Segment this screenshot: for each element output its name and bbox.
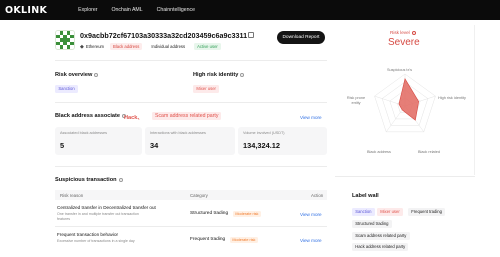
nav-links: Explorer Onchain AML Chainntelligence xyxy=(78,7,195,13)
label-wall-tag-sanction: Sanction xyxy=(352,208,375,216)
risk-overview-title: Risk overview xyxy=(55,72,99,78)
row-1-desc-line1: One transfer in and multiple transfer ou… xyxy=(57,212,139,216)
row-1-view-more-link[interactable]: View more xyxy=(300,212,322,217)
row-2-risk-tag: Moderate risk xyxy=(230,237,258,243)
info-icon[interactable] xyxy=(118,177,123,182)
address-title: 0x9acbb72cf67103a30333a32cd203459c6a9c33… xyxy=(80,31,248,40)
row-divider xyxy=(55,226,327,227)
nav-link-chainntelligence[interactable]: Chainntelligence xyxy=(157,7,195,13)
divider xyxy=(335,176,475,177)
label-wall-tag-hack-related: Hack address related party xyxy=(352,243,409,251)
column-action: Action xyxy=(311,193,324,198)
info-icon[interactable] xyxy=(240,72,245,77)
divider xyxy=(55,60,327,61)
radar-label-high-risk-identity: High risk identity xyxy=(438,96,466,100)
row-2-view-more-link[interactable]: View more xyxy=(300,238,322,243)
risk-level-label-text: Risk level xyxy=(390,30,410,35)
hack-label: Hack、 xyxy=(124,115,143,121)
stat-label: Volume involved (USDT) xyxy=(243,131,285,135)
chain-label: Ethereum xyxy=(85,44,105,50)
risk-level-value: Severe xyxy=(388,37,420,48)
label-wall-tag-scam-related: Scam address related party xyxy=(352,232,410,240)
black-address-tag: Black address xyxy=(110,43,143,51)
nav-link-explorer[interactable]: Explorer xyxy=(78,7,97,13)
row-1-desc-line2: features xyxy=(57,217,70,221)
chain-chip: ◆ Ethereum xyxy=(80,44,104,50)
high-risk-identity-title-text: High risk identity xyxy=(193,72,239,78)
address-avatar xyxy=(55,30,75,50)
address-tags: ◆ Ethereum Black address Individual addr… xyxy=(80,43,221,51)
individual-address-tag: Individual address xyxy=(151,44,186,50)
table-header: Risk reason Category Action xyxy=(55,190,327,200)
row-2-reason: Frequent transaction behavior xyxy=(57,232,119,237)
row-2-category: Frequent trading xyxy=(190,237,226,242)
row-2-desc-line1: Excessive number of transactions in a si… xyxy=(57,239,135,243)
radar-label-risk-prone-entity: Risk prone entity xyxy=(346,96,366,105)
suspicious-transaction-title-text: Suspicious transaction xyxy=(55,177,117,183)
stat-value: 5 xyxy=(60,141,65,150)
row-1-risk-tag: Moderate risk xyxy=(233,211,261,217)
top-nav: OKLINK Explorer Onchain AML Chainntellig… xyxy=(0,0,500,20)
stat-volume-involved: Volume involved (USDT) 134,324.12 xyxy=(238,127,327,155)
stat-interactions: Interactions with black addresses 34 xyxy=(145,127,235,155)
label-wall-title: Label wall xyxy=(352,193,379,199)
suspicious-transaction-title: Suspicious transaction xyxy=(55,177,123,183)
row-1-reason: Centralized transfer in Decentralized tr… xyxy=(57,205,156,210)
active-user-tag: Active user xyxy=(194,43,221,51)
high-risk-identity-title: High risk identity xyxy=(193,72,245,78)
stat-associated-black-addresses: Associated black addresses 5 xyxy=(55,127,142,155)
label-wall-tag-frequent-trading: Frequent trading xyxy=(408,208,446,216)
address-avatar-wrap xyxy=(55,30,75,50)
download-report-button[interactable]: Download Report xyxy=(277,31,325,44)
column-risk-reason: Risk reason xyxy=(60,193,84,198)
black-address-associate-title: Black address associate xyxy=(55,113,126,119)
stat-value: 134,324.12 xyxy=(243,141,280,150)
radar-label-black-address: Black address xyxy=(367,150,391,154)
radar-risk-polygon xyxy=(398,78,420,121)
sanction-tag: Sanction xyxy=(55,85,79,93)
oklink-logo[interactable]: OKLINK xyxy=(5,5,47,16)
black-address-associate-title-text: Black address associate xyxy=(55,113,120,119)
label-wall-tag-mixer-user: Mixer user xyxy=(377,208,403,216)
column-category: Category xyxy=(190,193,208,198)
row-1-category: Structured trading xyxy=(190,211,229,216)
info-icon[interactable] xyxy=(94,72,99,77)
ethereum-icon: ◆ xyxy=(80,43,84,50)
label-wall-tag-structured-trading: Structured trading xyxy=(352,220,392,228)
copy-icon[interactable] xyxy=(248,32,254,38)
stat-label: Associated black addresses xyxy=(60,131,108,135)
divider xyxy=(55,166,327,167)
radar-label-suspicious-tx: Suspicious tx's xyxy=(387,68,412,72)
scam-related-tag: Scam address related party xyxy=(152,112,222,121)
risk-overview-title-text: Risk overview xyxy=(55,72,93,78)
divider xyxy=(55,102,327,103)
stat-label: Interactions with black addresses xyxy=(150,131,206,135)
risk-level-label: Risk level xyxy=(390,30,416,35)
stat-value: 34 xyxy=(150,141,159,150)
radar-label-black-related: Black related xyxy=(418,150,440,154)
nav-link-onchain-aml[interactable]: Onchain AML xyxy=(111,7,142,13)
black-association-view-more-link[interactable]: View more xyxy=(300,115,322,120)
mixer-user-tag: Mixer user xyxy=(193,85,220,93)
info-icon[interactable] xyxy=(411,30,416,35)
